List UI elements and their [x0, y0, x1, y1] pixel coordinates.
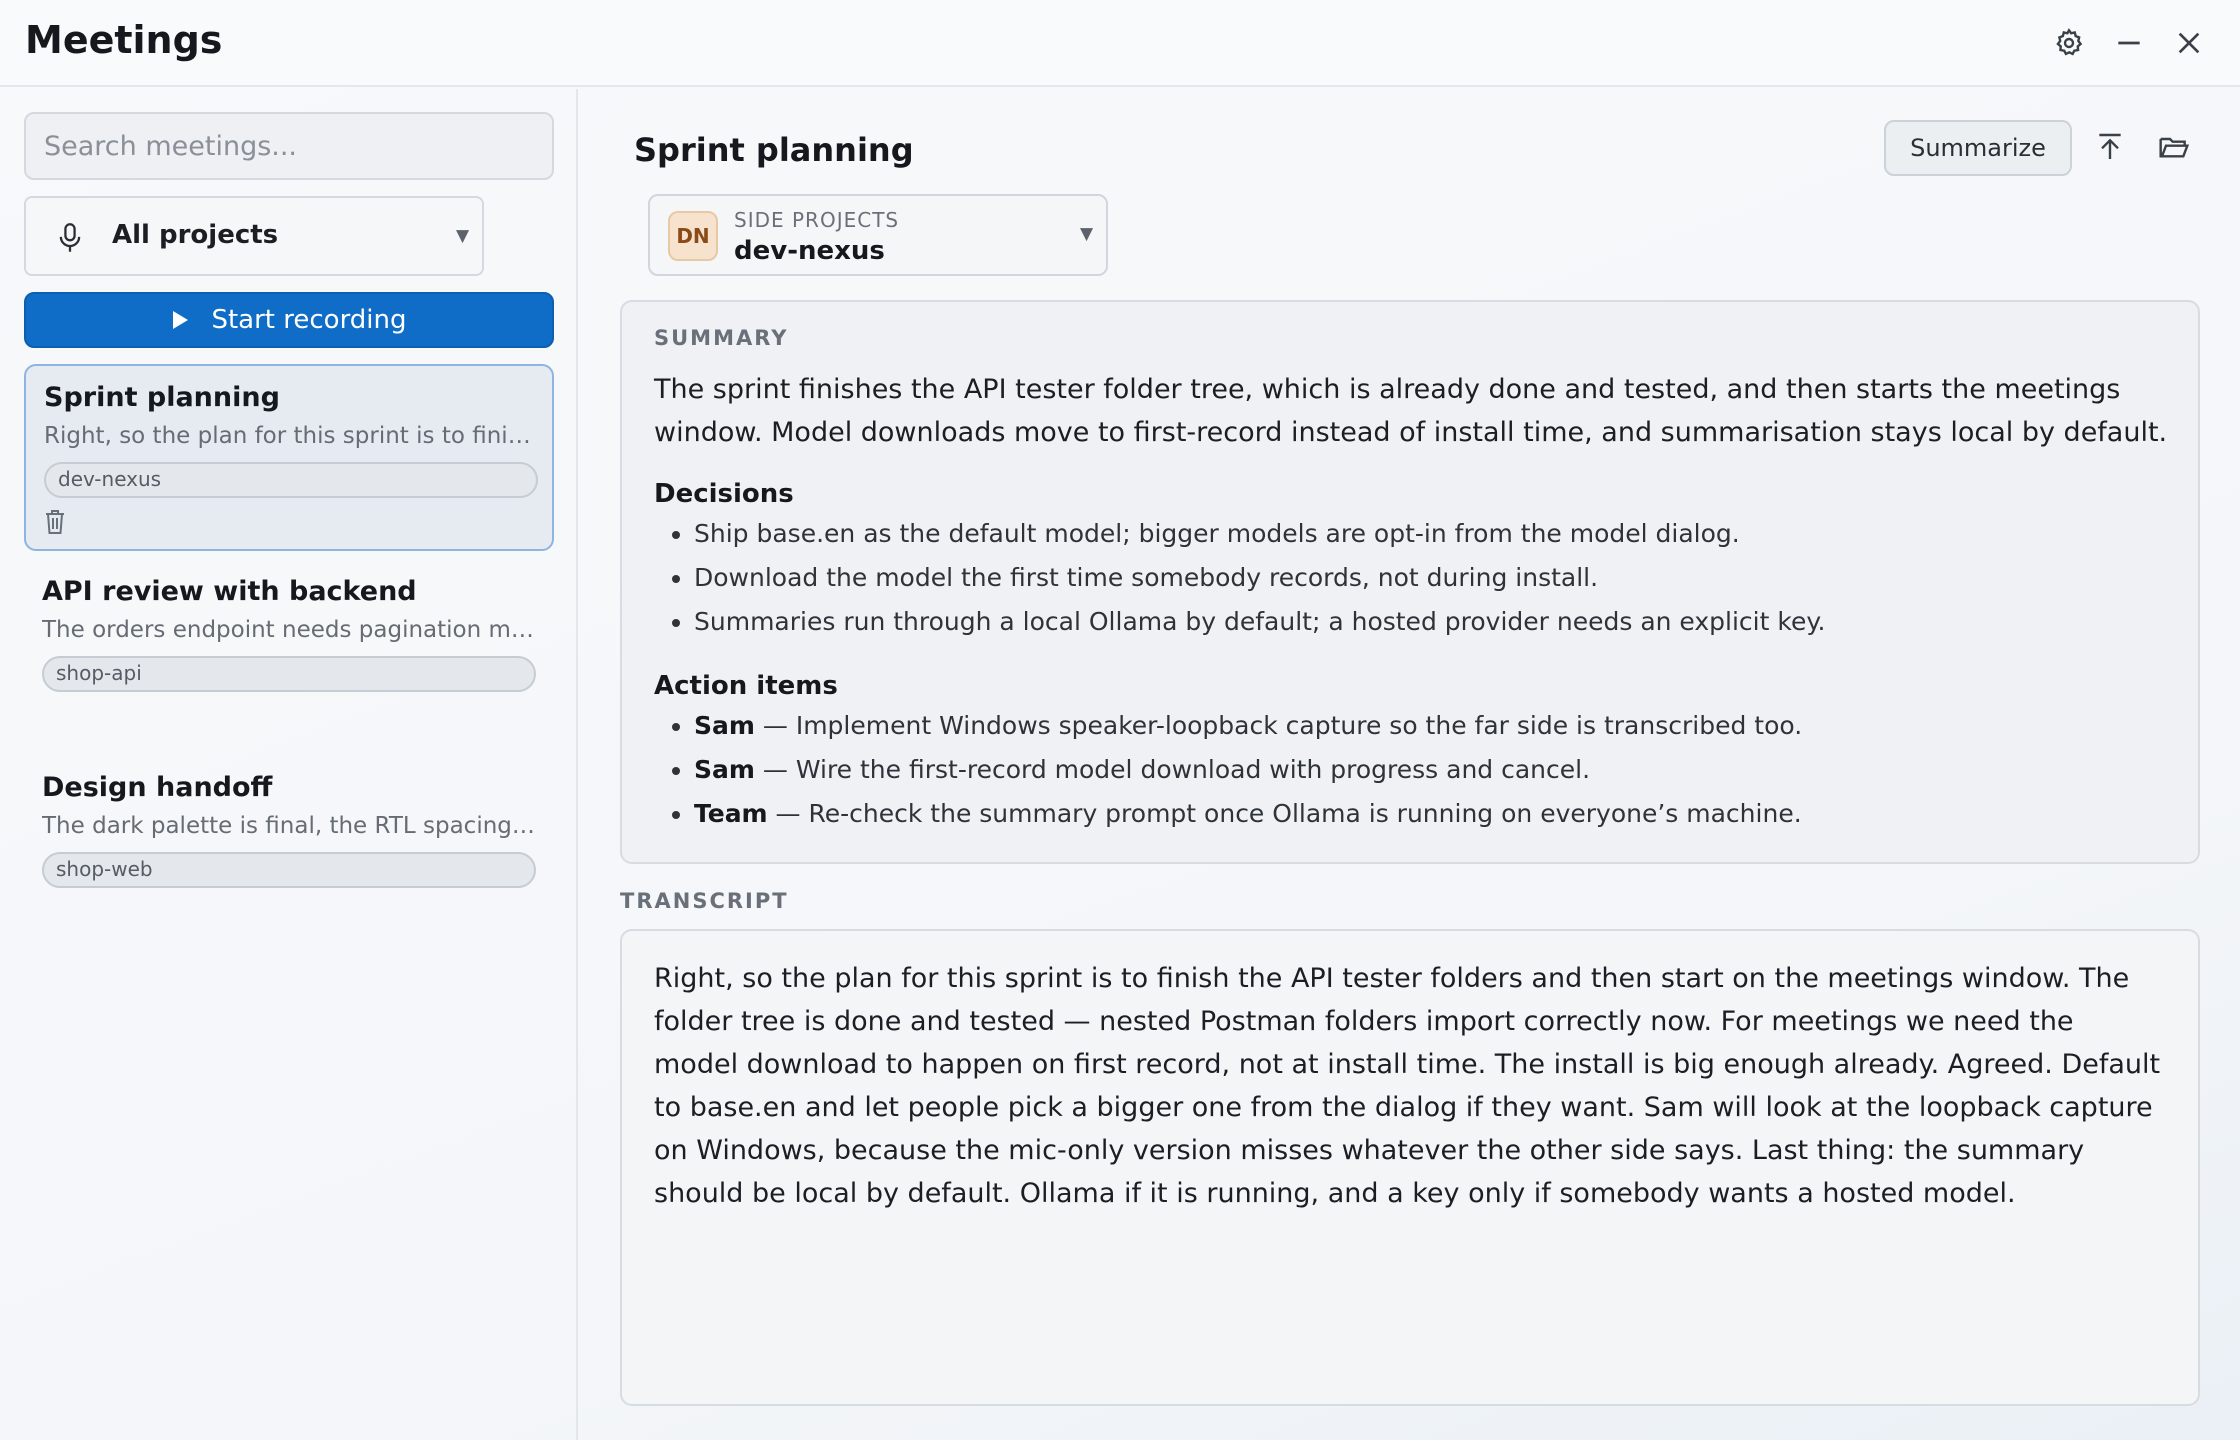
decision-item: Ship base.en as the default model; bigge… [694, 512, 2174, 556]
meeting-list-item[interactable]: API review with backend The orders endpo… [24, 560, 554, 747]
action-item: Team — Re-check the summary prompt once … [694, 792, 2174, 836]
project-name: dev-nexus [734, 236, 885, 266]
transcript-text[interactable]: Right, so the plan for this sprint is to… [620, 929, 2200, 1406]
meeting-heading: Sprint planning [634, 131, 914, 169]
project-filter-value: All projects [112, 220, 279, 250]
decisions-list: Ship base.en as the default model; bigge… [694, 512, 2174, 644]
project-filter-select[interactable]: All projects ▼ [24, 196, 484, 276]
title-bar: Meetings [0, 0, 2240, 87]
meeting-title: Sprint planning [44, 382, 280, 413]
minimize-button[interactable] [2106, 20, 2152, 66]
action-text: — Wire the first-record model download w… [754, 755, 1591, 784]
action-item: Sam — Implement Windows speaker-loopback… [694, 704, 2174, 748]
play-icon [173, 311, 189, 329]
project-group-label: SIDE PROJECTS [734, 208, 900, 232]
action-owner: Sam [694, 755, 755, 784]
trash-icon[interactable] [44, 509, 66, 535]
meeting-title: Design handoff [42, 772, 273, 803]
project-tag: shop-api [42, 656, 536, 692]
start-recording-button[interactable]: Start recording [24, 292, 554, 348]
action-text: — Re-check the summary prompt once Ollam… [767, 799, 1802, 828]
summary-panel: SUMMARY The sprint finishes the API test… [620, 300, 2200, 864]
start-recording-label: Start recording [211, 305, 407, 335]
search-input[interactable] [24, 112, 554, 180]
export-icon[interactable] [2094, 131, 2126, 163]
close-icon [2178, 32, 2200, 54]
meeting-detail: Sprint planning Summarize DN SIDE PROJEC… [580, 89, 2240, 1440]
close-button[interactable] [2166, 20, 2212, 66]
summarize-button[interactable]: Summarize [1884, 120, 2072, 176]
project-tag: shop-web [42, 852, 536, 888]
chevron-down-icon: ▼ [1080, 224, 1094, 244]
microphone-icon [59, 223, 81, 252]
action-owner: Team [694, 799, 768, 828]
decisions-heading: Decisions [654, 479, 794, 509]
meeting-snippet: The dark palette is final, the RTL spaci… [42, 813, 536, 839]
app-title: Meetings [25, 18, 223, 62]
decision-item: Summaries run through a local Ollama by … [694, 600, 2174, 644]
summary-label: SUMMARY [654, 326, 789, 350]
action-items-list: Sam — Implement Windows speaker-loopback… [694, 704, 2174, 836]
meeting-snippet: Right, so the plan for this sprint is to… [44, 423, 538, 449]
gear-icon [2056, 28, 2083, 56]
project-selector[interactable]: DN SIDE PROJECTS dev-nexus ▼ [648, 194, 1108, 276]
decision-item: Download the model the first time somebo… [694, 556, 2174, 600]
project-avatar: DN [668, 211, 718, 261]
action-item: Sam — Wire the first-record model downlo… [694, 748, 2174, 792]
settings-button[interactable] [2046, 20, 2092, 66]
summary-text: The sprint finishes the API tester folde… [654, 374, 2168, 448]
project-tag: dev-nexus [44, 462, 538, 498]
meeting-list-item[interactable]: Design handoff The dark palette is final… [24, 756, 554, 943]
transcript-label: TRANSCRIPT [620, 889, 789, 913]
minimize-icon [2118, 41, 2140, 45]
action-items-heading: Action items [654, 671, 838, 701]
meeting-snippet: The orders endpoint needs pagination met… [42, 617, 536, 643]
meeting-list-item[interactable]: Sprint planning Right, so the plan for t… [24, 364, 554, 551]
action-owner: Sam [694, 711, 755, 740]
meeting-title: API review with backend [42, 576, 417, 607]
sidebar: All projects ▼ Start recording Sprint pl… [0, 89, 578, 1440]
chevron-down-icon: ▼ [456, 226, 470, 246]
action-text: — Implement Windows speaker-loopback cap… [754, 711, 1803, 740]
folder-open-icon[interactable] [2158, 131, 2190, 163]
